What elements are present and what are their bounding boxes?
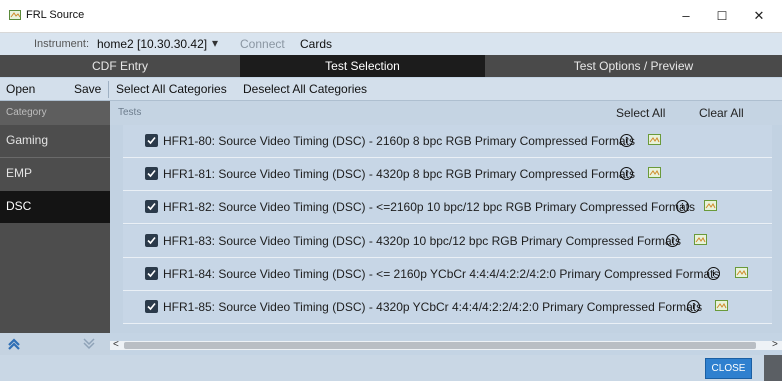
test-row[interactable]: HFR1-80: Source Video Timing (DSC) - 216…: [123, 125, 772, 158]
instrument-label: Instrument:: [34, 38, 90, 50]
clear-all-tests-button[interactable]: Clear All: [699, 106, 744, 120]
deselect-all-categories-button[interactable]: Deselect All Categories: [243, 82, 367, 96]
title-bar: FRL Source – ☐ ✕: [0, 0, 782, 33]
test-row[interactable]: HFR1-82: Source Video Timing (DSC) - <=2…: [123, 191, 772, 224]
bottom-bar: CLOSE: [0, 355, 782, 381]
main-tabs: CDF Entry Test Selection Test Options / …: [0, 55, 782, 77]
toolbar-divider: [108, 81, 109, 98]
category-header: Category: [0, 101, 110, 125]
scroll-right-arrow[interactable]: >: [772, 339, 778, 350]
connect-button[interactable]: Connect: [240, 37, 285, 51]
test-checkbox[interactable]: [145, 200, 158, 213]
tab-test-selection[interactable]: Test Selection: [240, 55, 485, 77]
chevron-down-icon[interactable]: ▾: [212, 36, 218, 50]
info-icon[interactable]: i: [620, 167, 633, 180]
category-item-emp[interactable]: EMP: [0, 158, 110, 190]
window-corner: [764, 355, 782, 381]
category-item-dsc[interactable]: DSC: [0, 191, 110, 223]
category-scroll-controls: [0, 333, 110, 355]
instrument-select[interactable]: home2 [10.30.30.42]: [97, 37, 207, 51]
info-icon[interactable]: i: [676, 200, 689, 213]
info-icon[interactable]: i: [707, 267, 720, 280]
down-chevrons-icon[interactable]: [82, 338, 96, 350]
test-label: HFR1-81: Source Video Timing (DSC) - 432…: [163, 167, 635, 181]
app-icon: [9, 10, 21, 20]
category-panel: Category Gaming EMP DSC: [0, 101, 110, 333]
test-label: HFR1-80: Source Video Timing (DSC) - 216…: [163, 134, 635, 148]
tests-header-label: Tests: [118, 107, 142, 118]
document-icon[interactable]: [704, 199, 717, 212]
tests-panel: Tests Select All Clear All HFR1-80: Sour…: [110, 101, 782, 333]
test-checkbox[interactable]: [145, 134, 158, 147]
info-icon[interactable]: i: [620, 134, 633, 147]
test-row[interactable]: HFR1-84: Source Video Timing (DSC) - <= …: [123, 258, 772, 291]
test-row[interactable]: HFR1-85: Source Video Timing (DSC) - 432…: [123, 291, 772, 324]
select-all-categories-button[interactable]: Select All Categories: [116, 82, 227, 96]
test-label: HFR1-83: Source Video Timing (DSC) - 432…: [163, 234, 681, 248]
scroll-left-arrow[interactable]: <: [113, 339, 119, 350]
document-icon[interactable]: [715, 299, 728, 312]
category-header-label: Category: [6, 107, 47, 118]
cards-button[interactable]: Cards: [300, 37, 332, 51]
horizontal-scrollbar[interactable]: < >: [110, 339, 782, 350]
close-button[interactable]: CLOSE: [705, 358, 752, 379]
maximize-button[interactable]: ☐: [710, 6, 734, 26]
tab-test-options-preview[interactable]: Test Options / Preview: [485, 55, 782, 77]
save-button[interactable]: Save: [74, 82, 101, 96]
instrument-bar: Instrument: home2 [10.30.30.42] ▾ Connec…: [0, 33, 782, 55]
test-label: HFR1-85: Source Video Timing (DSC) - 432…: [163, 300, 703, 314]
info-icon[interactable]: i: [687, 300, 700, 313]
test-checkbox[interactable]: [145, 300, 158, 313]
test-checkbox[interactable]: [145, 267, 158, 280]
document-icon[interactable]: [694, 233, 707, 246]
category-item-label: DSC: [6, 199, 32, 213]
tests-header: Tests Select All Clear All: [110, 101, 782, 125]
category-item-label: EMP: [6, 166, 33, 180]
frl-source-window: FRL Source – ☐ ✕ Instrument: home2 [10.3…: [0, 0, 782, 381]
open-button[interactable]: Open: [6, 82, 35, 96]
document-icon[interactable]: [735, 266, 748, 279]
test-row[interactable]: HFR1-81: Source Video Timing (DSC) - 432…: [123, 158, 772, 191]
test-checkbox[interactable]: [145, 234, 158, 247]
document-icon[interactable]: [648, 133, 661, 146]
tab-cdf-entry[interactable]: CDF Entry: [0, 55, 240, 77]
toolbar: Open Save Select All Categories Deselect…: [0, 78, 782, 101]
category-item-gaming[interactable]: Gaming: [0, 125, 110, 157]
test-label: HFR1-84: Source Video Timing (DSC) - <= …: [163, 267, 720, 281]
select-all-tests-button[interactable]: Select All: [616, 106, 665, 120]
test-row[interactable]: HFR1-83: Source Video Timing (DSC) - 432…: [123, 225, 772, 258]
up-chevrons-icon[interactable]: [7, 338, 21, 350]
info-icon[interactable]: i: [666, 234, 679, 247]
window-title: FRL Source: [26, 9, 85, 21]
test-label: HFR1-82: Source Video Timing (DSC) - <=2…: [163, 200, 695, 214]
scrollbar-thumb[interactable]: [124, 342, 756, 349]
document-icon[interactable]: [648, 166, 661, 179]
close-window-button[interactable]: ✕: [747, 6, 771, 26]
test-checkbox[interactable]: [145, 167, 158, 180]
category-item-label: Gaming: [6, 133, 49, 147]
minimize-button[interactable]: –: [674, 6, 698, 26]
